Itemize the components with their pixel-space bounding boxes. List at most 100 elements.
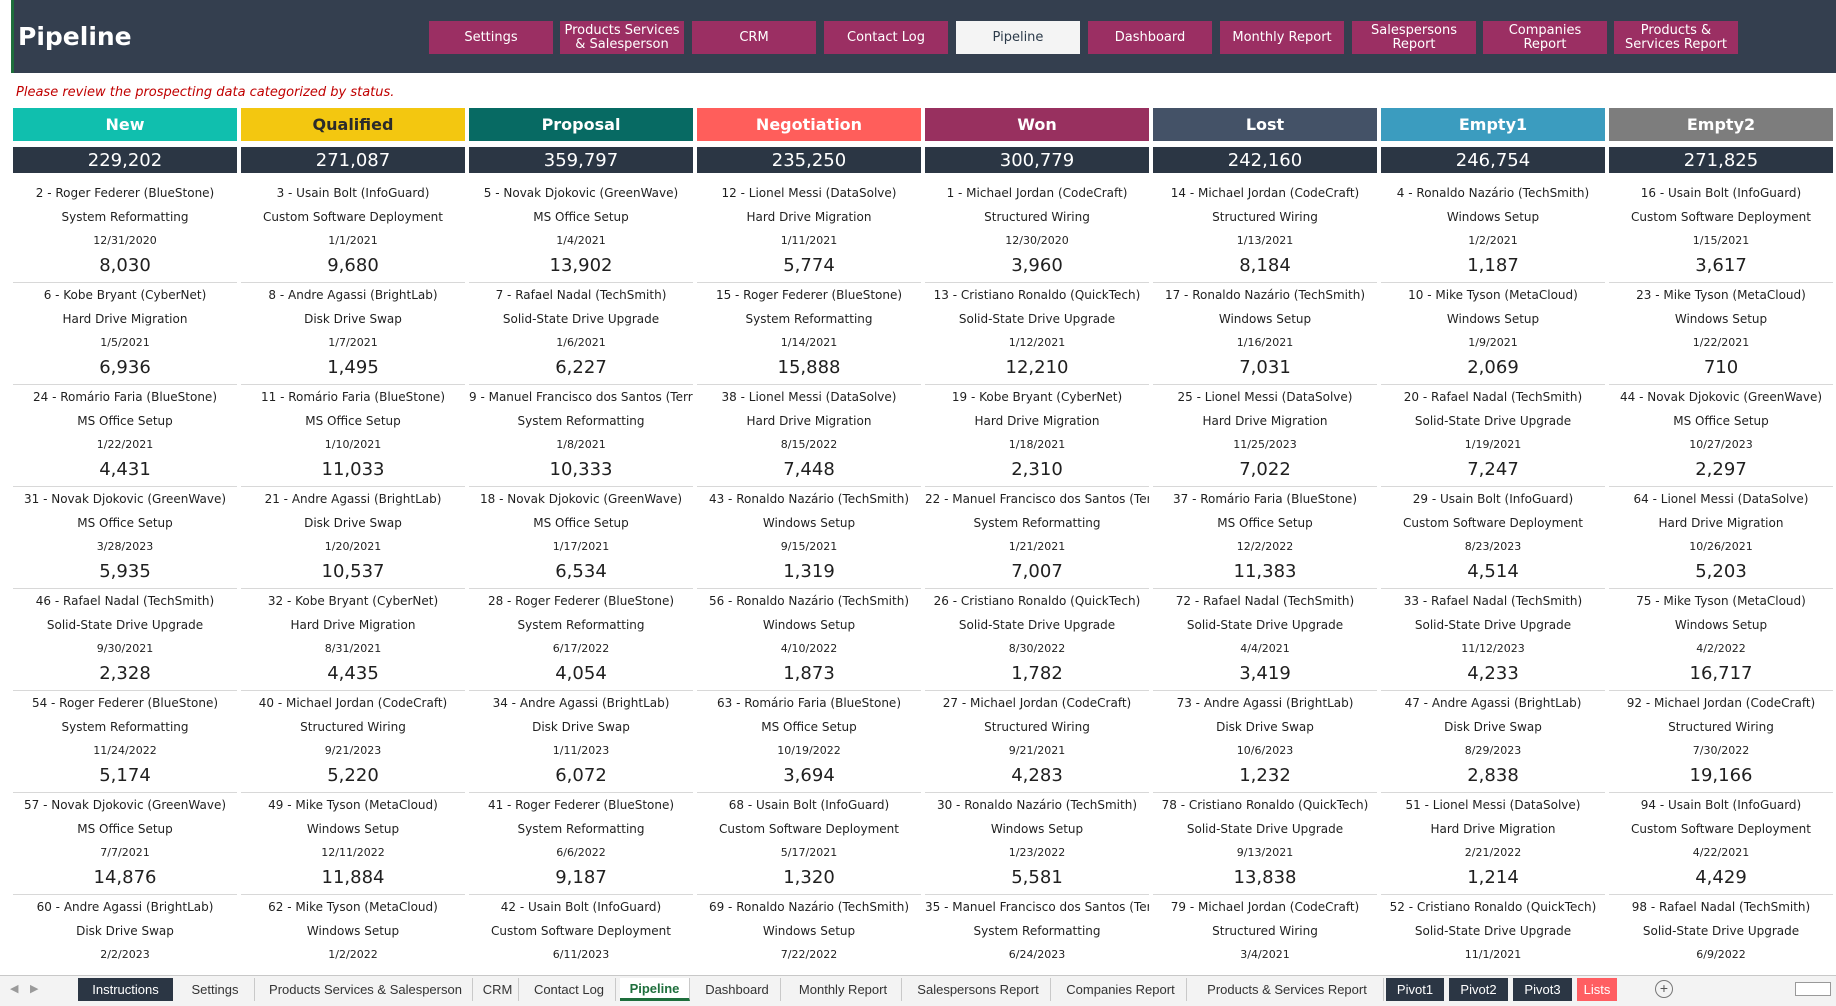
pipeline-card[interactable]: 12 - Lionel Messi (DataSolve) Hard Drive … (697, 181, 921, 283)
card-date: 6/24/2023 (1008, 948, 1066, 961)
pipeline-card[interactable]: 31 - Novak Djokovic (GreenWave) MS Office… (13, 487, 237, 589)
pipeline-card[interactable]: 2 - Roger Federer (BlueStone) System Refo… (13, 181, 237, 283)
pipeline-card[interactable]: 21 - Andre Agassi (BrightLab) Disk Drive … (241, 487, 465, 589)
pipeline-card[interactable]: 3 - Usain Bolt (InfoGuard) Custom Softwar… (241, 181, 465, 283)
pipeline-card[interactable]: 37 - Romário Faria (BlueStone) MS Office … (1153, 487, 1377, 589)
card-date: 7/22/2022 (780, 948, 838, 961)
pipeline-card[interactable]: 68 - Usain Bolt (InfoGuard) Custom Softwa… (697, 793, 921, 895)
pipeline-card[interactable]: 64 - Lionel Messi (DataSolve) Hard Drive … (1609, 487, 1833, 589)
sheet-tab-instructions[interactable]: Instructions (78, 978, 173, 1001)
pipeline-card[interactable]: 72 - Rafael Nadal (TechSmith) Solid-State… (1153, 589, 1377, 691)
pipeline-card[interactable]: 43 - Ronaldo Nazário (TechSmith) Windows … (697, 487, 921, 589)
pipeline-card[interactable]: 19 - Kobe Bryant (CyberNet) Hard Drive Mi… (925, 385, 1149, 487)
chevron-right-icon[interactable]: ▶ (30, 982, 38, 995)
pipeline-card[interactable]: 1 - Michael Jordan (CodeCraft) Structured… (925, 181, 1149, 283)
sheet-tab-crm[interactable]: CRM (477, 978, 519, 1001)
sheet-tab-bar: ◀ ▶ Instructions Settings Products Service… (0, 975, 1836, 1006)
pipeline-card[interactable]: 78 - Cristiano Ronaldo (QuickTech) Solid-… (1153, 793, 1377, 895)
sheet-tab-pipeline[interactable]: Pipeline (620, 978, 690, 1001)
pipeline-card[interactable]: 26 - Cristiano Ronaldo (QuickTech) Solid-… (925, 589, 1149, 691)
sheet-tab-settings[interactable]: Settings (176, 978, 255, 1001)
card-date: 1/18/2021 (1008, 438, 1066, 451)
pipeline-card[interactable]: 4 - Ronaldo Nazário (TechSmith) Windows S… (1381, 181, 1605, 283)
pipeline-card[interactable]: 27 - Michael Jordan (CodeCraft) Structure… (925, 691, 1149, 793)
sheet-tab-products-services-report[interactable]: Products & Services Report (1191, 978, 1384, 1001)
pipeline-card[interactable]: 73 - Andre Agassi (BrightLab) Disk Drive … (1153, 691, 1377, 793)
pipeline-card[interactable]: 22 - Manuel Francisco dos Santos (TerraL… (925, 487, 1149, 589)
pipeline-card[interactable]: 13 - Cristiano Ronaldo (QuickTech) Solid-… (925, 283, 1149, 385)
card-service: MS Office Setup (77, 414, 173, 428)
pipeline-card[interactable]: 49 - Mike Tyson (MetaCloud) Windows Setup… (241, 793, 465, 895)
sheet-tab-dashboard[interactable]: Dashboard (694, 978, 781, 1001)
column-header: Lost (1153, 108, 1377, 141)
sheet-tab-contact-log[interactable]: Contact Log (523, 978, 616, 1001)
pipeline-card[interactable]: 41 - Roger Federer (BlueStone) System Ref… (469, 793, 693, 895)
pipeline-card[interactable]: 92 - Michael Jordan (CodeCraft) Structure… (1609, 691, 1833, 793)
card-title: 69 - Ronaldo Nazário (TechSmith) (708, 900, 910, 914)
pipeline-card[interactable]: 38 - Lionel Messi (DataSolve) Hard Drive … (697, 385, 921, 487)
sheet-tab-pivot1[interactable]: Pivot1 (1386, 978, 1444, 1001)
pipeline-card[interactable]: 51 - Lionel Messi (DataSolve) Hard Drive … (1381, 793, 1605, 895)
chevron-left-icon[interactable]: ◀ (10, 982, 18, 995)
pipeline-card[interactable]: 20 - Rafael Nadal (TechSmith) Solid-State… (1381, 385, 1605, 487)
pipeline-card[interactable]: 33 - Rafael Nadal (TechSmith) Solid-State… (1381, 589, 1605, 691)
pipeline-card[interactable]: 57 - Novak Djokovic (GreenWave) MS Office… (13, 793, 237, 895)
pipeline-card[interactable]: 16 - Usain Bolt (InfoGuard) Custom Softwa… (1609, 181, 1833, 283)
card-amount: 6,936 (99, 357, 151, 378)
card-date: 1/5/2021 (100, 336, 150, 349)
card-date: 11/24/2022 (93, 744, 157, 757)
pipeline-card[interactable]: 63 - Romário Faria (BlueStone) MS Office … (697, 691, 921, 793)
sheet-tab-lists[interactable]: Lists (1577, 978, 1617, 1001)
card-title: 32 - Kobe Bryant (CyberNet) (267, 594, 439, 608)
pipeline-card[interactable]: 18 - Novak Djokovic (GreenWave) MS Office… (469, 487, 693, 589)
column-header: Won (925, 108, 1149, 141)
pipeline-card[interactable]: 5 - Novak Djokovic (GreenWave) MS Office … (469, 181, 693, 283)
card-date: 9/30/2021 (96, 642, 154, 655)
pipeline-card[interactable]: 23 - Mike Tyson (MetaCloud) Windows Setup… (1609, 283, 1833, 385)
pipeline-card[interactable]: 11 - Romário Faria (BlueStone) MS Office … (241, 385, 465, 487)
pipeline-card[interactable]: 14 - Michael Jordan (CodeCraft) Structure… (1153, 181, 1377, 283)
pipeline-card[interactable]: 75 - Mike Tyson (MetaCloud) Windows Setup… (1609, 589, 1833, 691)
card-date: 1/10/2021 (324, 438, 382, 451)
plus-circle-icon[interactable]: + (1655, 980, 1673, 998)
card-amount: 7,031 (1239, 357, 1291, 378)
pipeline-card[interactable]: 44 - Novak Djokovic (GreenWave) MS Office… (1609, 385, 1833, 487)
pipeline-card[interactable]: 17 - Ronaldo Nazário (TechSmith) Windows … (1153, 283, 1377, 385)
card-date: 4/10/2022 (780, 642, 838, 655)
pipeline-card[interactable]: 9 - Manuel Francisco dos Santos (TerraLi… (469, 385, 693, 487)
pipeline-card[interactable]: 32 - Kobe Bryant (CyberNet) Hard Drive Mi… (241, 589, 465, 691)
sheet-tab-companies-report[interactable]: Companies Report (1055, 978, 1187, 1001)
pipeline-card[interactable]: 30 - Ronaldo Nazário (TechSmith) Windows … (925, 793, 1149, 895)
sheet-tab-monthly-report[interactable]: Monthly Report (785, 978, 902, 1001)
pipeline-card[interactable]: 24 - Romário Faria (BlueStone) MS Office … (13, 385, 237, 487)
pipeline-card[interactable]: 94 - Usain Bolt (InfoGuard) Custom Softwa… (1609, 793, 1833, 895)
sheet-tab-pivot3[interactable]: Pivot3 (1513, 978, 1572, 1001)
pipeline-card[interactable]: 8 - Andre Agassi (BrightLab) Disk Drive S… (241, 283, 465, 385)
pipeline-card[interactable]: 10 - Mike Tyson (MetaCloud) Windows Setup… (1381, 283, 1605, 385)
pipeline-card[interactable]: 56 - Ronaldo Nazário (TechSmith) Windows … (697, 589, 921, 691)
pipeline-card[interactable]: 29 - Usain Bolt (InfoGuard) Custom Softwa… (1381, 487, 1605, 589)
sheet-tab-pivot2[interactable]: Pivot2 (1449, 978, 1508, 1001)
pipeline-card[interactable]: 25 - Lionel Messi (DataSolve) Hard Drive … (1153, 385, 1377, 487)
pipeline-card[interactable]: 40 - Michael Jordan (CodeCraft) Structure… (241, 691, 465, 793)
pipeline-card[interactable]: 47 - Andre Agassi (BrightLab) Disk Drive … (1381, 691, 1605, 793)
card-title: 24 - Romário Faria (BlueStone) (33, 390, 217, 404)
sheet-tab-products-services-salesperson[interactable]: Products Services & Salesperson (259, 978, 473, 1001)
pipeline-card[interactable]: 7 - Rafael Nadal (TechSmith) Solid-State … (469, 283, 693, 385)
card-date: 1/9/2021 (1468, 336, 1518, 349)
pipeline-card[interactable]: 46 - Rafael Nadal (TechSmith) Solid-State… (13, 589, 237, 691)
column-total: 300,779 (925, 147, 1149, 173)
pipeline-card[interactable]: 15 - Roger Federer (BlueStone) System Ref… (697, 283, 921, 385)
card-date: 1/2/2022 (328, 948, 378, 961)
card-date: 11/12/2023 (1461, 642, 1525, 655)
pipeline-card[interactable]: 54 - Roger Federer (BlueStone) System Ref… (13, 691, 237, 793)
sheet-tab-salespersons-report[interactable]: Salespersons Report (906, 978, 1051, 1001)
card-date: 8/30/2022 (1008, 642, 1066, 655)
pipeline-card[interactable]: 6 - Kobe Bryant (CyberNet) Hard Drive Mig… (13, 283, 237, 385)
pipeline-card[interactable]: 34 - Andre Agassi (BrightLab) Disk Drive … (469, 691, 693, 793)
card-amount: 13,838 (1233, 867, 1297, 888)
card-date: 5/17/2021 (780, 846, 838, 859)
horizontal-scrollbar[interactable] (1795, 982, 1831, 996)
card-service: Structured Wiring (984, 210, 1090, 224)
pipeline-card[interactable]: 28 - Roger Federer (BlueStone) System Ref… (469, 589, 693, 691)
